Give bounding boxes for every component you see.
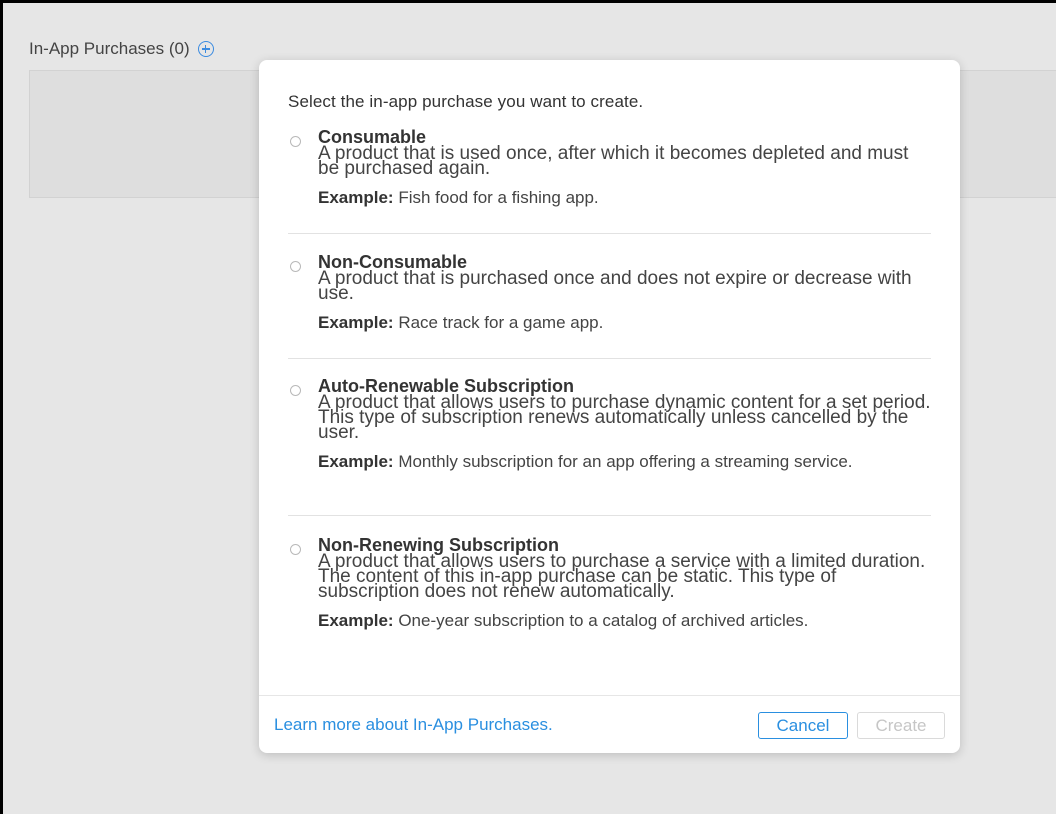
dialog-footer: Learn more about In-App Purchases. Cance… <box>259 695 960 753</box>
option-example: Example: Fish food for a fishing app. <box>318 188 931 207</box>
option-auto-renewable-subscription[interactable]: Auto-Renewable Subscription A product th… <box>288 377 931 516</box>
option-non-renewing-subscription[interactable]: Non-Renewing Subscription A product that… <box>288 536 931 687</box>
option-example: Example: Monthly subscription for an app… <box>318 452 931 471</box>
create-button[interactable]: Create <box>857 712 945 739</box>
cancel-button[interactable]: Cancel <box>758 712 848 739</box>
example-text: Fish food for a fishing app. <box>393 188 599 207</box>
section-title: In-App Purchases (0) <box>29 39 190 58</box>
example-label: Example: <box>318 188 394 207</box>
example-label: Example: <box>318 313 394 332</box>
option-description: A product that allows users to purchase … <box>318 551 926 602</box>
dialog-title: Select the in-app purchase you want to c… <box>288 92 644 111</box>
radio-unselected-icon[interactable] <box>290 385 301 396</box>
option-non-consumable[interactable]: Non-Consumable A product that is purchas… <box>288 253 931 359</box>
learn-more-link[interactable]: Learn more about In-App Purchases. <box>274 715 553 735</box>
radio-unselected-icon[interactable] <box>290 544 301 555</box>
option-description: A product that allows users to purchase … <box>318 392 931 443</box>
section-header: In-App Purchases (0) <box>29 39 214 59</box>
example-text: Monthly subscription for an app offering… <box>393 452 853 471</box>
option-consumable[interactable]: Consumable A product that is used once, … <box>288 128 931 234</box>
example-label: Example: <box>318 452 394 471</box>
option-description: A product that is purchased once and doe… <box>318 268 912 304</box>
example-text: One-year subscription to a catalog of ar… <box>393 611 809 630</box>
radio-unselected-icon[interactable] <box>290 261 301 272</box>
option-description: A product that is used once, after which… <box>318 143 909 179</box>
add-circle-icon[interactable] <box>197 41 214 57</box>
example-text: Race track for a game app. <box>393 313 604 332</box>
example-label: Example: <box>318 611 394 630</box>
create-iap-dialog: Select the in-app purchase you want to c… <box>259 60 960 753</box>
radio-unselected-icon[interactable] <box>290 136 301 147</box>
option-example: Example: Race track for a game app. <box>318 313 931 332</box>
option-example: Example: One-year subscription to a cata… <box>318 611 931 630</box>
